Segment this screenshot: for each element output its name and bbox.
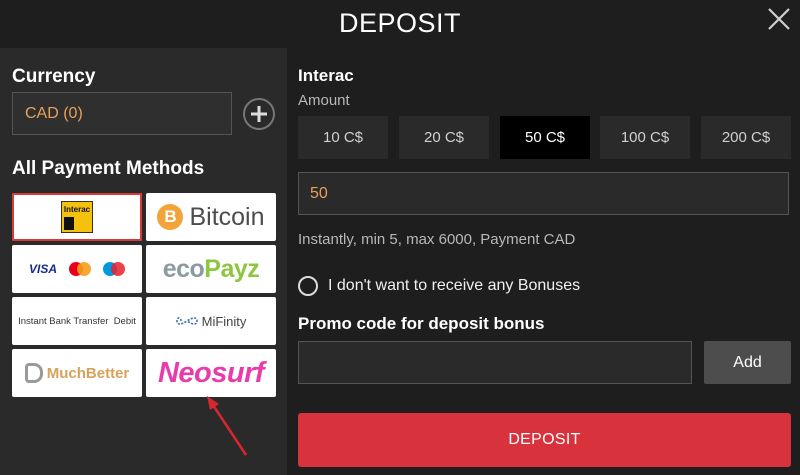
payment-info: Instantly, min 5, max 6000, Payment CAD	[298, 231, 576, 248]
payment-method-interac[interactable]: Interac	[12, 193, 142, 241]
instant-bank-transfer-logo: Instant Bank Transfer Debit	[18, 315, 136, 327]
visa-logo: VISA	[28, 262, 57, 276]
deposit-form: Interac Amount 10 C$ 20 C$ 50 C$ 100 C$ …	[287, 48, 800, 475]
mastercard-icon	[69, 262, 91, 276]
maestro-icon	[103, 262, 125, 276]
neosurf-logo: Neosurf	[157, 356, 265, 389]
payment-method-neosurf[interactable]: Neosurf	[146, 349, 276, 397]
payment-method-cards[interactable]: VISA	[12, 245, 142, 293]
amount-input[interactable]: 50	[298, 172, 789, 215]
payment-method-instant-bank-transfer[interactable]: Instant Bank Transfer Debit	[12, 297, 142, 345]
deposit-button[interactable]: DEPOSIT	[298, 413, 791, 467]
payment-method-muchbetter[interactable]: MuchBetter	[12, 349, 142, 397]
currency-label: Currency	[12, 66, 96, 87]
add-promo-button[interactable]: Add	[704, 341, 791, 384]
payment-methods-label: All Payment Methods	[12, 158, 205, 179]
infinity-icon	[175, 317, 198, 325]
payment-method-mifinity[interactable]: MiFinity	[146, 297, 276, 345]
close-icon[interactable]	[766, 6, 792, 32]
bitcoin-icon: B	[157, 204, 184, 230]
muchbetter-logo: MuchBetter	[24, 363, 129, 383]
currency-select[interactable]: CAD (0)	[12, 92, 232, 135]
payment-method-bitcoin[interactable]: B Bitcoin	[146, 193, 276, 241]
muchbetter-icon	[24, 363, 43, 383]
amount-chip-10[interactable]: 10 C$	[298, 116, 388, 159]
ecopayz-logo: ecoPayz	[162, 254, 260, 283]
bitcoin-label: Bitcoin	[189, 202, 265, 231]
amount-chip-20[interactable]: 20 C$	[399, 116, 489, 159]
promo-code-title: Promo code for deposit bonus	[298, 314, 545, 333]
amount-chip-100[interactable]: 100 C$	[600, 116, 690, 159]
add-currency-button[interactable]	[243, 98, 275, 130]
modal-header: DEPOSIT	[0, 0, 800, 48]
amount-chip-50[interactable]: 50 C$	[500, 116, 590, 159]
mifinity-logo: MiFinity	[175, 314, 246, 329]
no-bonus-label: I don't want to receive any Bonuses	[328, 277, 581, 294]
payment-sidebar: Currency CAD (0) All Payment Methods Int…	[0, 48, 287, 475]
interac-logo: Interac	[61, 201, 93, 233]
payment-method-ecopayz[interactable]: ecoPayz	[146, 245, 276, 293]
selected-method-title: Interac	[298, 66, 354, 85]
amount-label: Amount	[298, 92, 350, 109]
page-title: DEPOSIT	[338, 8, 462, 38]
amount-chip-200[interactable]: 200 C$	[701, 116, 791, 159]
no-bonus-radio[interactable]	[298, 276, 318, 296]
promo-code-input[interactable]	[298, 341, 692, 384]
